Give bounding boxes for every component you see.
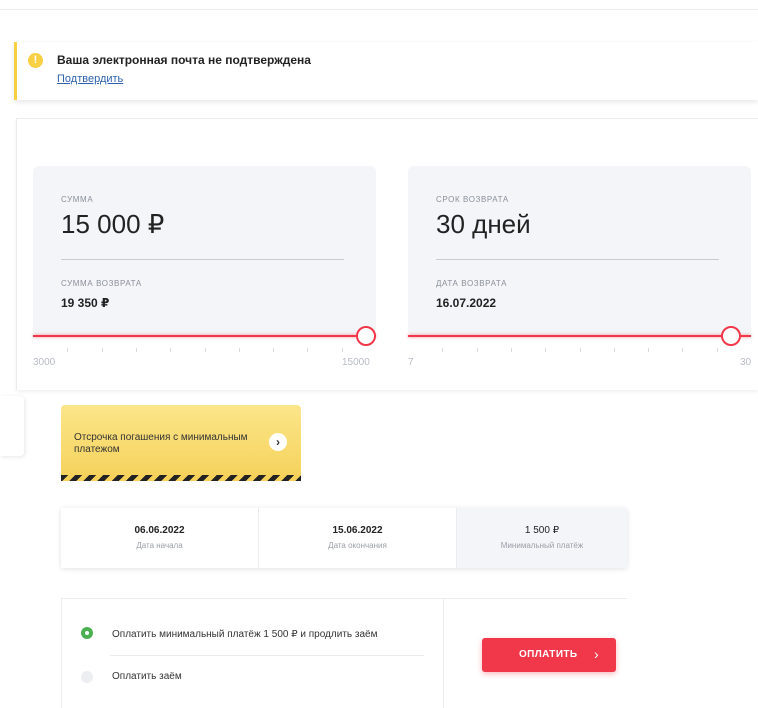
start-date-cell: 06.06.2022 Дата начала — [61, 508, 259, 568]
exclamation-icon: ! — [28, 53, 43, 68]
start-date-caption: Дата начала — [136, 541, 183, 550]
start-date-value: 06.06.2022 — [134, 525, 185, 536]
chevron-right-icon[interactable]: › — [269, 433, 287, 451]
return-date-value: 16.07.2022 — [436, 296, 497, 310]
option-min-payment-radio[interactable] — [81, 627, 93, 639]
term-slider-track[interactable] — [408, 335, 751, 337]
chevron-right-icon: › — [594, 646, 599, 662]
end-date-caption: Дата окончания — [328, 541, 387, 550]
min-payment-value: 1 500 ₽ — [524, 525, 560, 536]
pay-button[interactable]: ОПЛАТИТЬ › — [482, 638, 616, 672]
amount-slider-thumb[interactable] — [356, 326, 376, 346]
term-divider — [436, 259, 719, 260]
amount-slider-track[interactable] — [33, 335, 376, 337]
return-date-label: ДАТА ВОЗВРАТА — [436, 279, 508, 288]
term-slider-thumb[interactable] — [721, 326, 741, 346]
return-amount-value: 19 350 ₽ — [61, 296, 110, 310]
option-full-payment-label[interactable]: Оплатить заём — [112, 671, 182, 682]
email-verification-alert: ! Ваша электронная почта не подтверждена… — [14, 42, 758, 100]
payment-panel-divider — [443, 598, 444, 708]
min-payment-cell: 1 500 ₽ Минимальный платёж — [457, 508, 627, 568]
end-date-cell: 15.06.2022 Дата окончания — [259, 508, 457, 568]
amount-slider-ticks — [33, 348, 376, 352]
term-card: СРОК ВОЗВРАТА 30 дней ДАТА ВОЗВРАТА 16.0… — [408, 166, 751, 336]
term-slider-min: 7 — [408, 357, 414, 368]
options-divider — [110, 655, 424, 656]
amount-slider-min: 3000 — [33, 357, 56, 368]
amount-label: СУММА — [61, 195, 94, 204]
pay-button-label: ОПЛАТИТЬ — [519, 649, 578, 660]
term-slider-ticks — [408, 348, 751, 352]
confirm-email-link[interactable]: Подтвердить — [57, 73, 123, 85]
amount-card: СУММА 15 000 ₽ СУММА ВОЗВРАТА 19 350 ₽ — [33, 166, 376, 336]
return-amount-label: СУММА ВОЗВРАТА — [61, 279, 142, 288]
term-value: 30 дней — [436, 209, 531, 239]
warning-stripes — [61, 475, 301, 481]
deferral-text: Отсрочка погашения с минимальным платежо… — [74, 432, 248, 455]
term-label: СРОК ВОЗВРАТА — [436, 195, 509, 204]
term-slider-max: 30 — [740, 357, 752, 368]
min-payment-caption: Минимальный платёж — [500, 541, 584, 550]
option-min-payment-label[interactable]: Оплатить минимальный платёж 1 500 ₽ и пр… — [112, 629, 377, 640]
amount-divider — [61, 259, 344, 260]
option-full-payment-radio[interactable] — [81, 671, 93, 683]
end-date-value: 15.06.2022 — [332, 525, 383, 536]
side-tab[interactable] — [0, 396, 24, 456]
amount-value: 15 000 ₽ — [61, 209, 165, 239]
top-divider — [0, 9, 758, 10]
deferral-dates: 06.06.2022 Дата начала 15.06.2022 Дата о… — [61, 508, 627, 568]
alert-title: Ваша электронная почта не подтверждена — [57, 53, 311, 67]
deferral-banner[interactable]: Отсрочка погашения с минимальным платежо… — [61, 405, 301, 481]
amount-slider-max: 15000 — [342, 357, 370, 368]
